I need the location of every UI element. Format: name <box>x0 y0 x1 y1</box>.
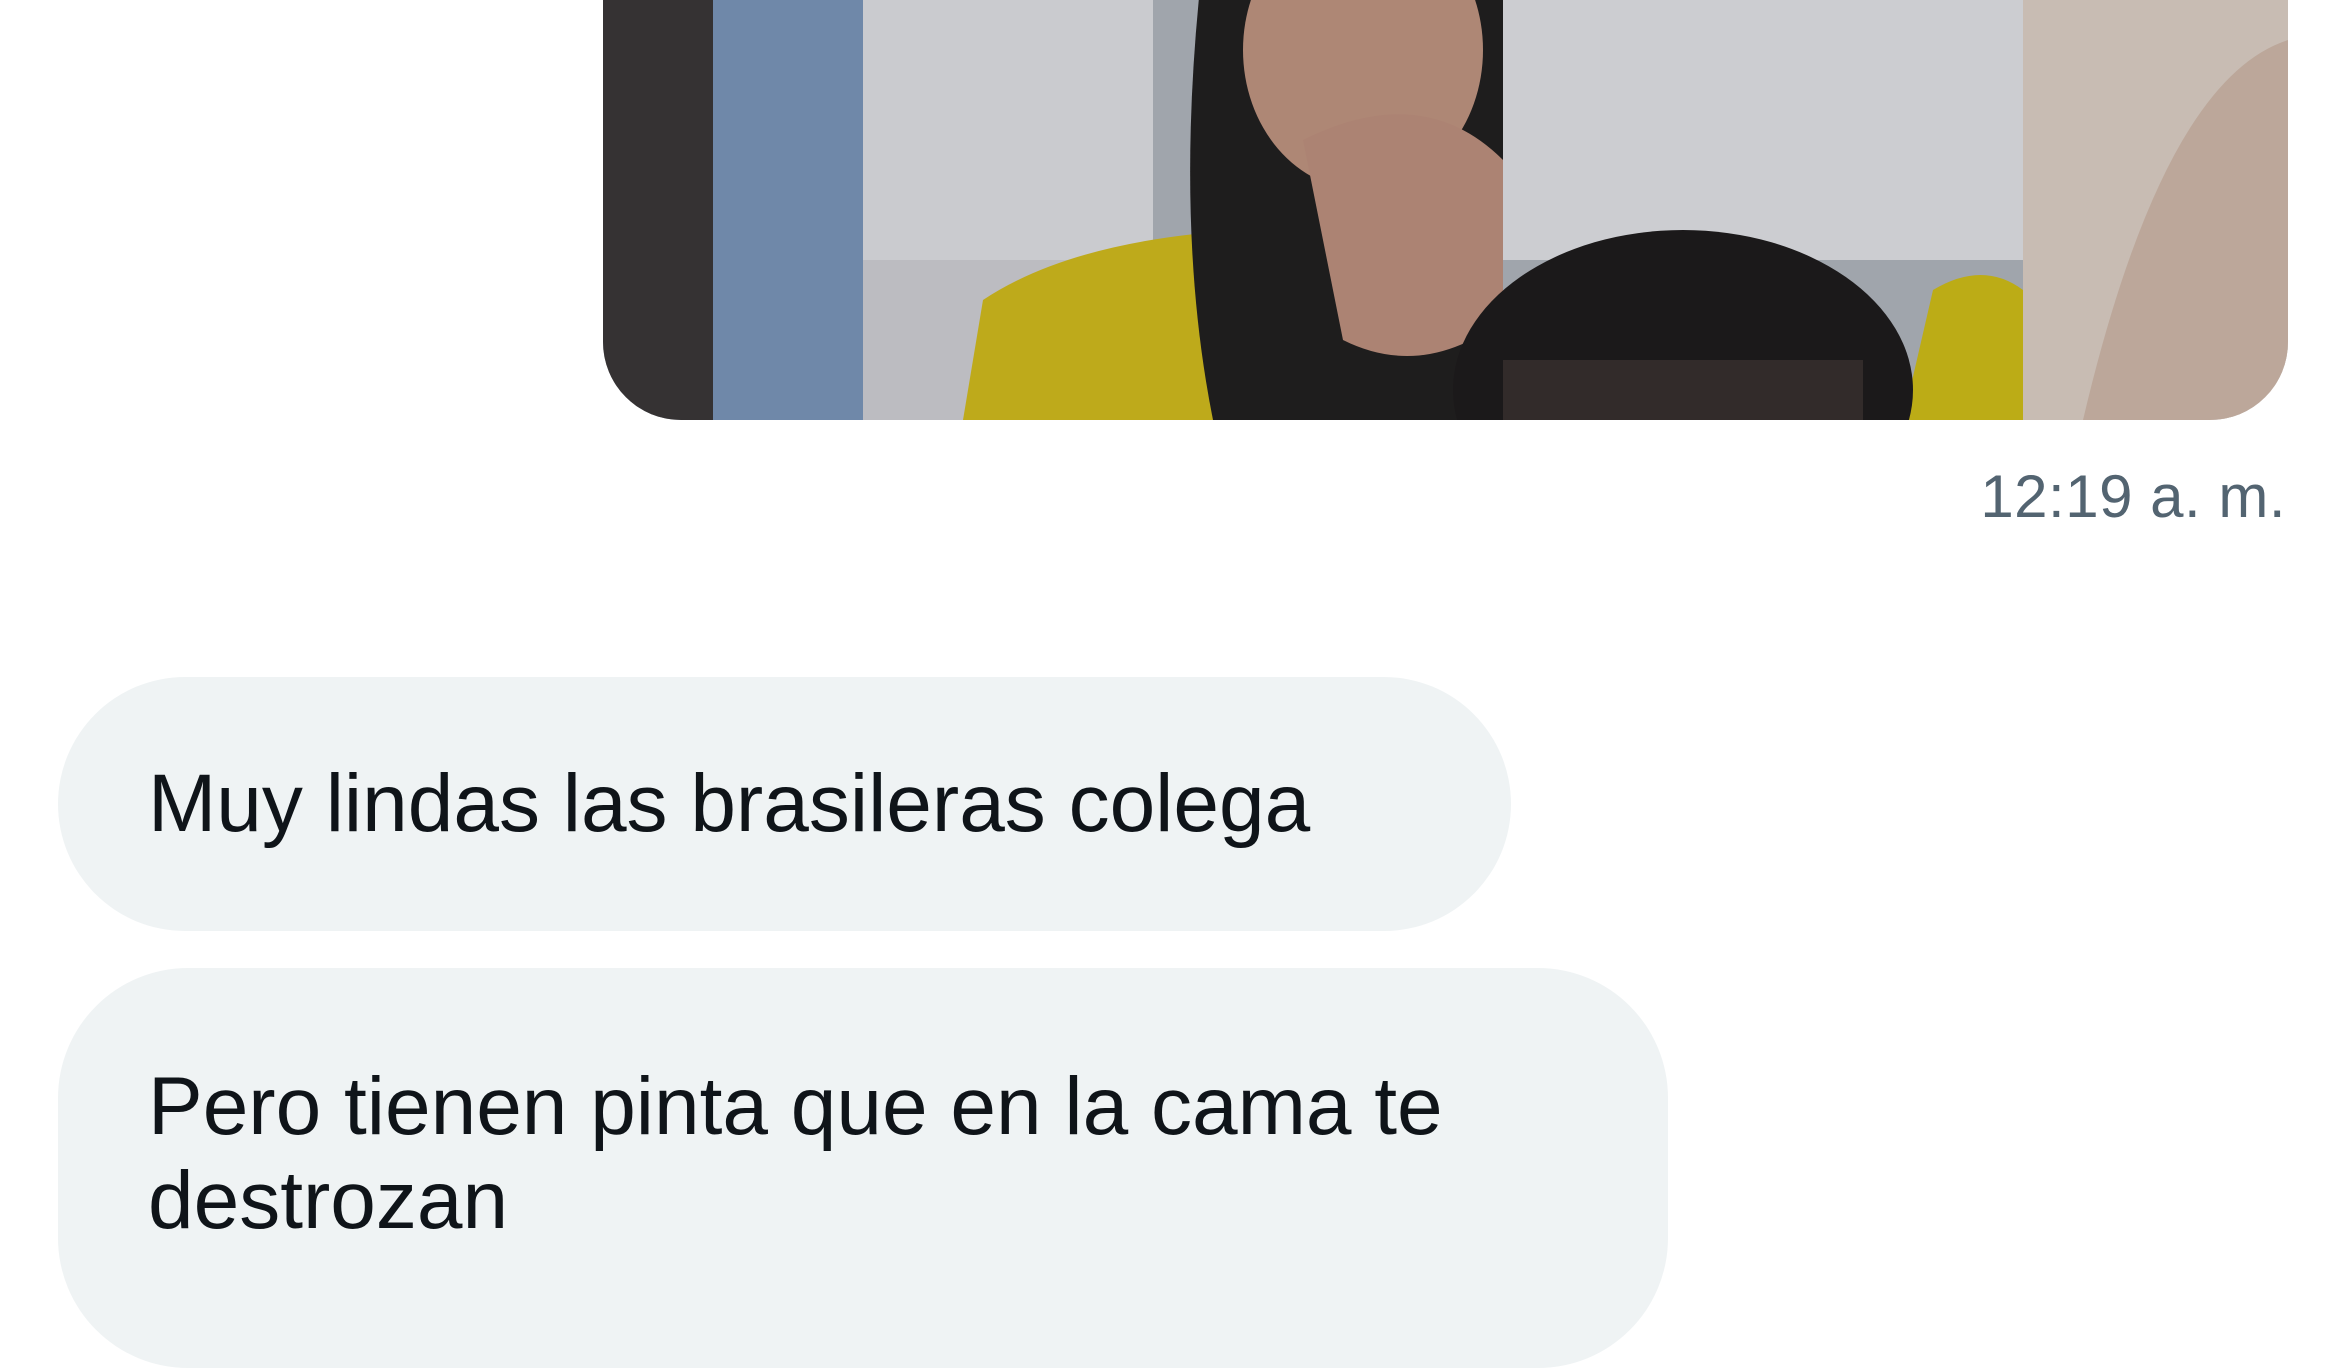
received-message-bubble[interactable]: Pero tienen pinta que en la cama te dest… <box>58 968 1668 1368</box>
message-text: Pero tienen pinta que en la cama te dest… <box>148 1061 1443 1246</box>
received-message-bubble[interactable]: Muy lindas las brasileras colega <box>58 677 1511 931</box>
message-text: Muy lindas las brasileras colega <box>148 758 1311 849</box>
photo-thumbnail <box>603 0 2288 420</box>
sent-photo-message[interactable] <box>603 0 2288 420</box>
message-timestamp: 12:19 a. m. <box>1980 463 2286 530</box>
